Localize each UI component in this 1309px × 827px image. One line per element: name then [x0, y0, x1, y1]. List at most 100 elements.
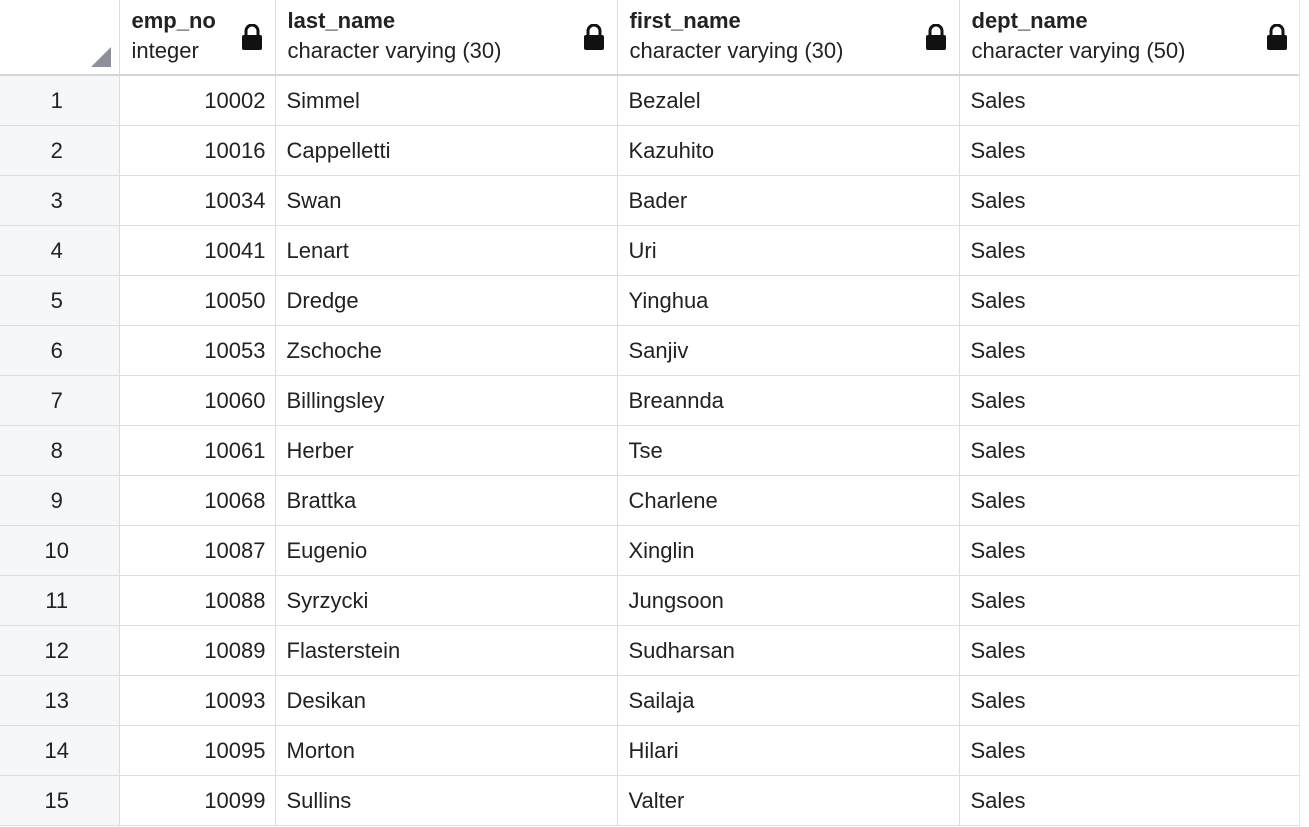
- cell-first-name[interactable]: Xinglin: [617, 525, 960, 576]
- table-row[interactable]: 8 10061 Herber Tse Sales: [0, 425, 1301, 476]
- cell-emp-no[interactable]: 10053: [119, 325, 276, 376]
- table-row[interactable]: 12 10089 Flasterstein Sudharsan Sales: [0, 625, 1301, 676]
- select-all-triangle-icon: [90, 47, 111, 67]
- cell-emp-no[interactable]: 10087: [119, 525, 276, 576]
- cell-dept-name[interactable]: Sales: [959, 125, 1301, 176]
- row-number[interactable]: 15: [0, 775, 120, 826]
- cell-emp-no[interactable]: 10060: [119, 375, 276, 426]
- table-row[interactable]: 11 10088 Syrzycki Jungsoon Sales: [0, 575, 1301, 626]
- table-row[interactable]: 14 10095 Morton Hilari Sales: [0, 725, 1301, 776]
- row-number[interactable]: 3: [0, 175, 120, 226]
- table-row[interactable]: 3 10034 Swan Bader Sales: [0, 175, 1301, 226]
- cell-dept-name[interactable]: Sales: [959, 225, 1301, 276]
- cell-first-name[interactable]: Valter: [617, 775, 960, 826]
- cell-first-name[interactable]: Tse: [617, 425, 960, 476]
- cell-dept-name[interactable]: Sales: [959, 525, 1301, 576]
- cell-last-name[interactable]: Cappelletti: [275, 125, 618, 176]
- row-number[interactable]: 10: [0, 525, 120, 576]
- cell-emp-no[interactable]: 10050: [119, 275, 276, 326]
- cell-last-name[interactable]: Swan: [275, 175, 618, 226]
- cell-first-name[interactable]: Breannda: [617, 375, 960, 426]
- cell-last-name[interactable]: Desikan: [275, 675, 618, 726]
- column-header-last-name[interactable]: last_name character varying (30): [275, 0, 618, 76]
- cell-dept-name[interactable]: Sales: [959, 275, 1301, 326]
- cell-last-name[interactable]: Eugenio: [275, 525, 618, 576]
- cell-dept-name[interactable]: Sales: [959, 75, 1301, 126]
- cell-first-name[interactable]: Jungsoon: [617, 575, 960, 626]
- cell-last-name[interactable]: Zschoche: [275, 325, 618, 376]
- row-number[interactable]: 5: [0, 275, 120, 326]
- cell-last-name[interactable]: Lenart: [275, 225, 618, 276]
- table-row[interactable]: 4 10041 Lenart Uri Sales: [0, 225, 1301, 276]
- cell-last-name[interactable]: Syrzycki: [275, 575, 618, 626]
- lock-icon: [1266, 24, 1287, 50]
- cell-first-name[interactable]: Charlene: [617, 475, 960, 526]
- cell-emp-no[interactable]: 10016: [119, 125, 276, 176]
- select-all-corner[interactable]: [0, 0, 120, 76]
- column-type: character varying (30): [287, 38, 502, 63]
- cell-dept-name[interactable]: Sales: [959, 675, 1301, 726]
- cell-first-name[interactable]: Bezalel: [617, 75, 960, 126]
- cell-last-name[interactable]: Billingsley: [275, 375, 618, 426]
- cell-emp-no[interactable]: 10041: [119, 225, 276, 276]
- cell-first-name[interactable]: Sudharsan: [617, 625, 960, 676]
- cell-dept-name[interactable]: Sales: [959, 475, 1301, 526]
- table-row[interactable]: 5 10050 Dredge Yinghua Sales: [0, 275, 1301, 326]
- row-number[interactable]: 14: [0, 725, 120, 776]
- cell-first-name[interactable]: Sailaja: [617, 675, 960, 726]
- table-row[interactable]: 6 10053 Zschoche Sanjiv Sales: [0, 325, 1301, 376]
- cell-first-name[interactable]: Yinghua: [617, 275, 960, 326]
- row-number[interactable]: 11: [0, 575, 120, 626]
- cell-dept-name[interactable]: Sales: [959, 375, 1301, 426]
- row-number[interactable]: 4: [0, 225, 120, 276]
- cell-dept-name[interactable]: Sales: [959, 625, 1301, 676]
- table-row[interactable]: 15 10099 Sullins Valter Sales: [0, 775, 1301, 826]
- cell-dept-name[interactable]: Sales: [959, 725, 1301, 776]
- cell-last-name[interactable]: Flasterstein: [275, 625, 618, 676]
- cell-emp-no[interactable]: 10061: [119, 425, 276, 476]
- row-number[interactable]: 1: [0, 75, 120, 126]
- column-header-emp-no[interactable]: emp_no integer: [119, 0, 276, 76]
- row-number[interactable]: 12: [0, 625, 120, 676]
- cell-emp-no[interactable]: 10088: [119, 575, 276, 626]
- column-name: dept_name: [971, 8, 1088, 33]
- cell-emp-no[interactable]: 10034: [119, 175, 276, 226]
- table-row[interactable]: 2 10016 Cappelletti Kazuhito Sales: [0, 125, 1301, 176]
- row-number[interactable]: 6: [0, 325, 120, 376]
- cell-emp-no[interactable]: 10089: [119, 625, 276, 676]
- row-number[interactable]: 2: [0, 125, 120, 176]
- table-row[interactable]: 10 10087 Eugenio Xinglin Sales: [0, 525, 1301, 576]
- cell-last-name[interactable]: Sullins: [275, 775, 618, 826]
- table-row[interactable]: 7 10060 Billingsley Breannda Sales: [0, 375, 1301, 426]
- column-header-dept-name[interactable]: dept_name character varying (50): [959, 0, 1301, 76]
- cell-dept-name[interactable]: Sales: [959, 425, 1301, 476]
- cell-emp-no[interactable]: 10068: [119, 475, 276, 526]
- row-number[interactable]: 8: [0, 425, 120, 476]
- cell-last-name[interactable]: Herber: [275, 425, 618, 476]
- row-number[interactable]: 7: [0, 375, 120, 426]
- cell-last-name[interactable]: Simmel: [275, 75, 618, 126]
- cell-first-name[interactable]: Hilari: [617, 725, 960, 776]
- row-number[interactable]: 9: [0, 475, 120, 526]
- cell-dept-name[interactable]: Sales: [959, 575, 1301, 626]
- cell-first-name[interactable]: Bader: [617, 175, 960, 226]
- table-row[interactable]: 1 10002 Simmel Bezalel Sales: [0, 75, 1301, 126]
- cell-dept-name[interactable]: Sales: [959, 175, 1301, 226]
- row-number[interactable]: 13: [0, 675, 120, 726]
- cell-emp-no[interactable]: 10095: [119, 725, 276, 776]
- vertical-scrollbar[interactable]: [1299, 0, 1309, 827]
- cell-dept-name[interactable]: Sales: [959, 325, 1301, 376]
- cell-dept-name[interactable]: Sales: [959, 775, 1301, 826]
- cell-first-name[interactable]: Sanjiv: [617, 325, 960, 376]
- cell-last-name[interactable]: Morton: [275, 725, 618, 776]
- cell-emp-no[interactable]: 10002: [119, 75, 276, 126]
- cell-last-name[interactable]: Dredge: [275, 275, 618, 326]
- table-row[interactable]: 9 10068 Brattka Charlene Sales: [0, 475, 1301, 526]
- cell-last-name[interactable]: Brattka: [275, 475, 618, 526]
- cell-emp-no[interactable]: 10099: [119, 775, 276, 826]
- table-row[interactable]: 13 10093 Desikan Sailaja Sales: [0, 675, 1301, 726]
- cell-emp-no[interactable]: 10093: [119, 675, 276, 726]
- cell-first-name[interactable]: Uri: [617, 225, 960, 276]
- column-header-first-name[interactable]: first_name character varying (30): [617, 0, 960, 76]
- cell-first-name[interactable]: Kazuhito: [617, 125, 960, 176]
